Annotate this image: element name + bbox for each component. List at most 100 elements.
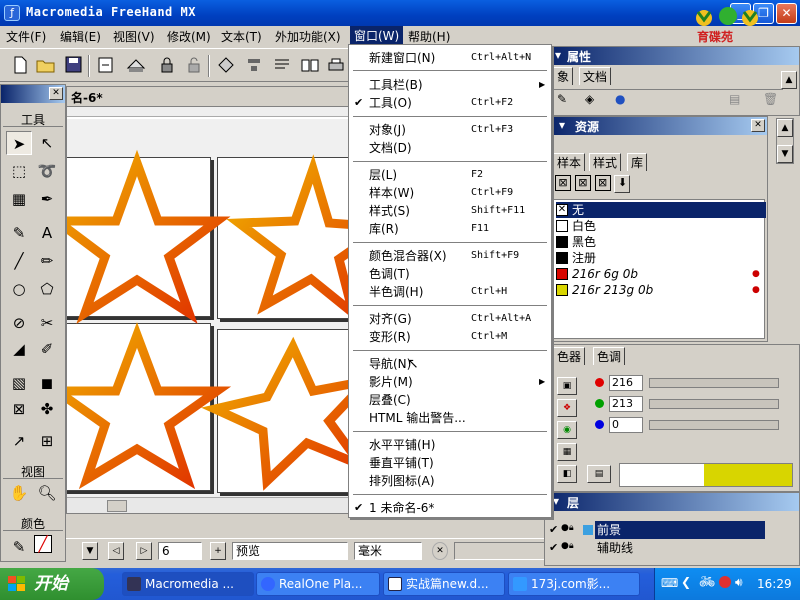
trace-tool-icon[interactable]: ▧ xyxy=(6,371,32,395)
swatch-white[interactable]: 白色 xyxy=(556,218,766,234)
menu-item-object[interactable]: 对象(J) Ctrl+F3 xyxy=(349,121,551,139)
menu-item-halftones[interactable]: 半色调(H) Ctrl+H xyxy=(349,283,551,301)
freeform-tool-icon[interactable]: ⊘ xyxy=(6,311,32,335)
page-dropdown-arrow-icon[interactable]: ▼ xyxy=(82,542,98,560)
keyboard-icon[interactable]: ⌨ xyxy=(661,576,678,590)
swatch-none[interactable]: ✕ 无 xyxy=(556,202,766,218)
eraser-tool-icon[interactable]: ◢ xyxy=(6,337,32,361)
properties-scroll-up-icon[interactable]: ▲ xyxy=(781,71,797,89)
bike-icon[interactable]: 🚲︎ xyxy=(699,575,716,590)
checkmark-icon[interactable]: ✔ xyxy=(549,541,558,554)
menu-item-swatches[interactable]: 样本(W) Ctrl+F9 xyxy=(349,184,551,202)
unlock-icon[interactable] xyxy=(184,56,204,74)
red-slider[interactable] xyxy=(649,378,779,388)
blend-tool-icon[interactable]: ⊠ xyxy=(6,397,32,421)
blue-value-field[interactable]: 0 xyxy=(609,417,643,433)
page-number-field[interactable]: 6 xyxy=(158,542,202,560)
line-tool-icon[interactable]: ╱ xyxy=(6,249,32,273)
hand-tool-icon[interactable]: ✋ xyxy=(6,481,32,505)
menu-item-styles[interactable]: 样式(S) Shift+F11 xyxy=(349,202,551,220)
ellipse-tool-icon[interactable]: ○ xyxy=(6,277,32,301)
menu-item-tools[interactable]: ✔ 工具(O) Ctrl+F2 xyxy=(349,94,551,112)
brush-tool-icon[interactable]: ✐ xyxy=(34,337,60,361)
fill-color-icon[interactable]: ╱ xyxy=(34,535,52,553)
swatch-red[interactable]: 216r 6g 0b ● xyxy=(556,266,766,282)
shadow-tool-icon[interactable]: ◼ xyxy=(34,371,60,395)
connector-tool-icon[interactable]: ↗ xyxy=(6,429,32,453)
tray-chevron-icon[interactable]: ❮ xyxy=(681,575,691,589)
task-realone[interactable]: RealOne Pla... xyxy=(256,572,380,596)
page-tool-icon[interactable]: ⬚ xyxy=(6,159,32,183)
units-select[interactable]: 毫米 xyxy=(354,542,422,560)
menu-item-tile-vertical[interactable]: 垂直平铺(T) xyxy=(349,454,551,472)
menu-item-new-window[interactable]: 新建窗口(N) Ctrl+Alt+N xyxy=(349,49,551,67)
green-slider[interactable] xyxy=(649,399,779,409)
swatch-yellow[interactable]: 216r 213g 0b ● xyxy=(556,282,766,298)
menu-xtras[interactable]: 外加功能(X) xyxy=(275,28,341,45)
menu-item-tile-horizontal[interactable]: 水平平铺(H) xyxy=(349,436,551,454)
swatch-registration[interactable]: 注册 xyxy=(556,250,766,266)
stop-icon[interactable]: ✕ xyxy=(432,542,448,560)
tab-object[interactable]: 象 xyxy=(553,67,574,85)
menu-help[interactable]: 帮助(H) xyxy=(408,28,450,45)
blue-slider[interactable] xyxy=(649,420,779,430)
cmyk-mode-icon[interactable]: ▣ xyxy=(557,377,577,395)
tab-tints[interactable]: 色调 xyxy=(593,347,626,365)
task-browser[interactable]: 173j.com影... xyxy=(508,572,640,596)
layer-row-foreground[interactable]: ✔ ●🔒︎ 前景 xyxy=(547,521,777,539)
tab-mixer[interactable]: 色器 xyxy=(553,347,586,365)
menu-item-tints[interactable]: 色调(T) xyxy=(349,265,551,283)
align-icon[interactable] xyxy=(244,56,264,74)
scrollbar-thumb[interactable] xyxy=(107,500,127,512)
stroke-color-icon[interactable]: ✎ xyxy=(6,535,32,559)
add-effect-icon[interactable]: ● xyxy=(615,92,625,106)
menu-view[interactable]: 视图(V) xyxy=(113,28,155,45)
rgb-mode-icon[interactable]: ❖ xyxy=(557,399,577,417)
scroll-up-icon[interactable]: ▲ xyxy=(777,119,793,137)
print-icon[interactable] xyxy=(326,56,346,74)
menu-window[interactable]: 窗口(W) xyxy=(350,26,404,46)
zoom-tool-icon[interactable]: 🔍︎ xyxy=(34,481,60,505)
duplicate-icon[interactable]: ▤ xyxy=(729,92,740,106)
pencil-tool-icon[interactable]: ✏ xyxy=(34,249,60,273)
polygon-tool-icon[interactable]: ⬠ xyxy=(34,277,60,301)
menu-text[interactable]: 文本(T) xyxy=(221,28,262,45)
menu-item-toolbars[interactable]: 工具栏(B) ▶ xyxy=(349,76,551,94)
antivirus-icon[interactable] xyxy=(719,576,731,588)
swatch-black[interactable]: 黑色 xyxy=(556,234,766,250)
system-color-icon[interactable]: ▦ xyxy=(557,443,577,461)
tab-swatches[interactable]: 样本 xyxy=(553,153,586,171)
menu-item-html-warnings[interactable]: HTML 输出警告... xyxy=(349,409,551,427)
lock-icon[interactable]: ●🔒︎ xyxy=(561,523,574,533)
tab-styles[interactable]: 样式 xyxy=(589,153,622,171)
menu-item-cascade[interactable]: 层叠(C) xyxy=(349,391,551,409)
menu-file[interactable]: 文件(F) xyxy=(6,28,46,45)
volume-icon[interactable]: 🔊︎ xyxy=(735,575,743,590)
red-value-field[interactable]: 216 xyxy=(609,375,643,391)
hls-mode-icon[interactable]: ◉ xyxy=(557,421,577,439)
menu-item-color-mixer[interactable]: 颜色混合器(X) Shift+F9 xyxy=(349,247,551,265)
start-button[interactable]: 开始 xyxy=(0,568,104,600)
green-value-field[interactable]: 213 xyxy=(609,396,643,412)
menu-item-document[interactable]: 文档(D) xyxy=(349,139,551,157)
text-tool-icon[interactable]: A xyxy=(34,221,60,245)
prev-page-icon[interactable]: ◁ xyxy=(108,542,124,560)
close-button[interactable]: ✕ xyxy=(776,3,797,24)
menu-item-library[interactable]: 库(R) F11 xyxy=(349,220,551,238)
lock-icon[interactable]: ●🔒︎ xyxy=(561,541,574,551)
layer-row-guides[interactable]: ✔ ●🔒︎ 辅助线 xyxy=(547,539,777,557)
spray-tool-icon[interactable]: ✤ xyxy=(34,397,60,421)
import-icon[interactable] xyxy=(96,56,116,74)
grid-view-icon[interactable]: ▤ xyxy=(587,465,611,483)
freehand-app-icon[interactable]: ƒ xyxy=(4,5,20,21)
scale-tool-icon[interactable]: ▦ xyxy=(6,187,32,211)
menu-item-arrange-icons[interactable]: 排列图标(A) xyxy=(349,472,551,490)
fill-none-icon[interactable]: ⊠ xyxy=(555,175,571,191)
layer-name[interactable]: 前景 xyxy=(595,521,765,539)
subselect-tool-icon[interactable]: ↖ xyxy=(34,131,60,155)
down-arrow-icon[interactable]: ⬇ xyxy=(614,175,631,193)
menu-item-transform[interactable]: 变形(R) Ctrl+M xyxy=(349,328,551,346)
tab-document[interactable]: 文档 xyxy=(579,67,612,85)
pointer-tool-icon[interactable]: ➤ xyxy=(6,131,32,155)
menu-item-navigation[interactable]: 导航(N) ↖ xyxy=(349,355,551,373)
